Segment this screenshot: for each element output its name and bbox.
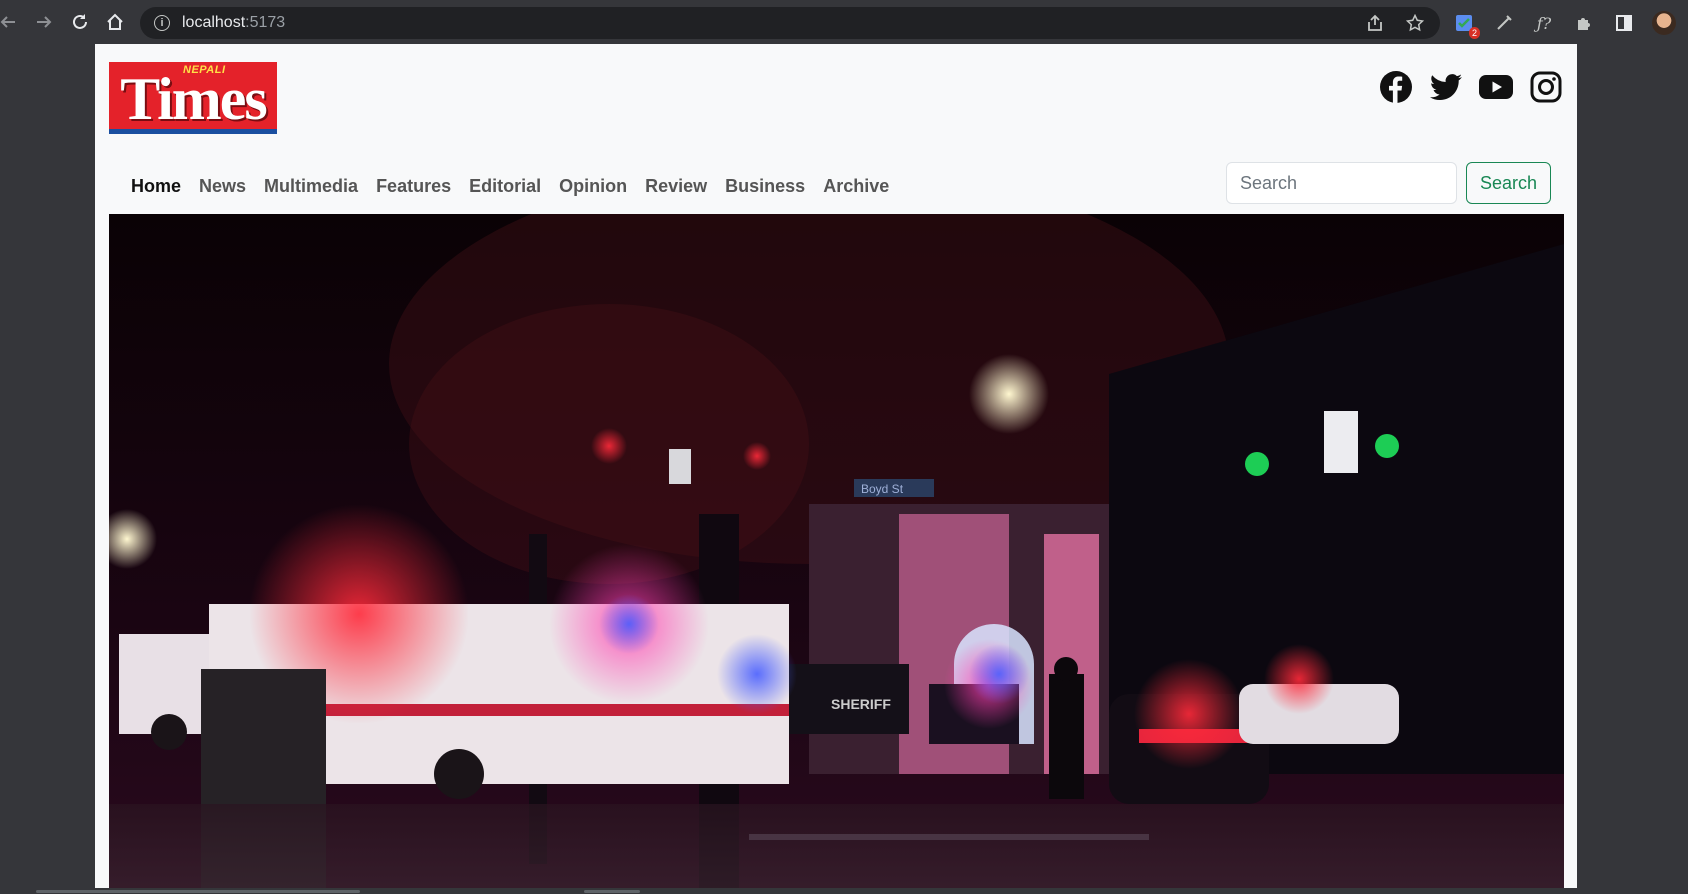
extension-checklist-icon[interactable]: 2 xyxy=(1450,9,1480,39)
url-port: :5173 xyxy=(245,14,286,31)
logo-small-text: NEPALI xyxy=(183,64,226,76)
nav-features[interactable]: Features xyxy=(376,176,451,197)
back-button[interactable] xyxy=(0,4,26,40)
search-form: Search xyxy=(1225,162,1551,204)
extensions-puzzle-icon[interactable] xyxy=(1570,9,1598,37)
nav-multimedia[interactable]: Multimedia xyxy=(264,176,358,197)
bookmark-star-icon[interactable] xyxy=(1406,14,1424,32)
main-navigation: Home News Multimedia Features Editorial … xyxy=(131,166,889,206)
site-logo[interactable]: NEPALI Times xyxy=(109,62,277,134)
nav-news[interactable]: News xyxy=(199,176,246,197)
forward-button[interactable] xyxy=(26,4,62,40)
facebook-icon[interactable] xyxy=(1379,70,1413,104)
logo-main-text: Times xyxy=(120,65,268,132)
youtube-icon[interactable] xyxy=(1479,70,1513,104)
extension-badge: 2 xyxy=(1468,27,1480,39)
social-links xyxy=(1379,70,1563,104)
url-host: localhost xyxy=(182,14,246,31)
search-input[interactable] xyxy=(1225,162,1457,204)
pen-extension-icon[interactable] xyxy=(1490,9,1518,37)
instagram-icon[interactable] xyxy=(1529,70,1563,104)
twitter-icon[interactable] xyxy=(1429,70,1463,104)
nav-business[interactable]: Business xyxy=(725,176,805,197)
address-bar[interactable]: i localhost:5173 xyxy=(140,7,1440,39)
home-icon xyxy=(107,13,123,30)
side-panel-icon[interactable] xyxy=(1610,9,1638,37)
share-icon[interactable] xyxy=(1366,14,1384,32)
street-sign-text: Boyd St xyxy=(861,482,904,496)
nav-opinion[interactable]: Opinion xyxy=(559,176,627,197)
hero-image[interactable]: SHERIFF Boyd St xyxy=(109,214,1564,888)
formula-extension-icon[interactable]: ƒ? xyxy=(1530,9,1558,37)
web-page: NEPALI Times Home News Multimedia Featur… xyxy=(95,44,1577,888)
search-button[interactable]: Search xyxy=(1465,162,1551,204)
reload-button[interactable] xyxy=(62,4,98,40)
nav-review[interactable]: Review xyxy=(645,176,707,197)
scrollbar-thumb[interactable] xyxy=(36,890,360,893)
info-icon[interactable]: i xyxy=(154,15,170,31)
nav-editorial[interactable]: Editorial xyxy=(469,176,541,197)
home-button[interactable] xyxy=(97,4,133,40)
profile-avatar[interactable] xyxy=(1650,9,1678,37)
nav-archive[interactable]: Archive xyxy=(823,176,889,197)
vehicle-label: SHERIFF xyxy=(831,696,891,712)
back-arrow-icon xyxy=(0,16,15,28)
horizontal-scrollbar[interactable] xyxy=(0,888,1688,894)
night-emergency-scene-image: SHERIFF Boyd St xyxy=(109,214,1564,888)
scrollbar-thumb-secondary[interactable] xyxy=(584,890,640,893)
reload-icon xyxy=(73,14,87,29)
forward-arrow-icon xyxy=(37,16,52,28)
nav-home[interactable]: Home xyxy=(131,176,181,197)
browser-toolbar: i localhost:5173 2 ƒ? ⋮ xyxy=(0,0,1688,44)
